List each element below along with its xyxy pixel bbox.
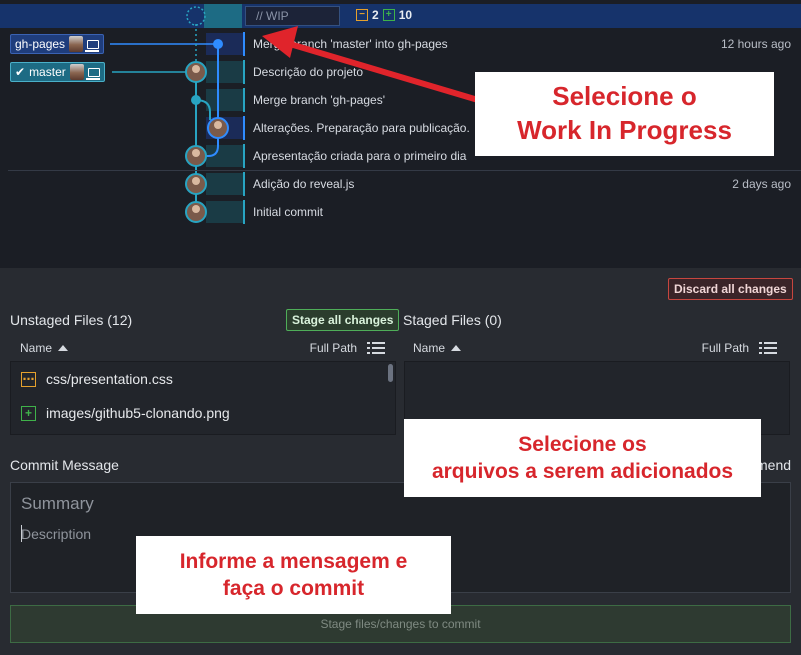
list-view-icon[interactable] (759, 342, 777, 354)
file-name: images/github5-clonando.png (46, 405, 230, 421)
commit-time: 2 days ago (732, 177, 791, 191)
commit-avatar[interactable] (185, 201, 207, 223)
commit-avatar[interactable] (185, 173, 207, 195)
list-view-icon[interactable] (367, 342, 385, 354)
stage-all-button[interactable]: Stage all changes (286, 309, 400, 331)
commit-row[interactable]: Adição do reveal.js 2 days ago (243, 172, 801, 196)
annotation-line: Work In Progress (517, 115, 732, 145)
full-path-toggle[interactable]: Full Path (702, 341, 777, 355)
annotation-commit: Informe a mensagem e faça o commit (136, 536, 451, 614)
annotation-files: Selecione os arquivos a serem adicionados (404, 419, 761, 497)
commit-row[interactable]: Merge branch 'master' into gh-pages 12 h… (243, 32, 801, 56)
column-full-path-label: Full Path (701, 341, 749, 355)
file-item[interactable]: + images/github5-clonando.png (11, 396, 395, 430)
annotation-line: Selecione os (518, 432, 647, 456)
annotation-line: Selecione o (552, 81, 697, 112)
commit-message: Descrição do projeto (253, 65, 364, 79)
commit-message: Merge branch 'master' into gh-pages (253, 37, 448, 51)
modified-file-icon: ⋯ (21, 371, 36, 387)
commit-message: Adição do reveal.js (253, 177, 355, 191)
commit-row[interactable]: Initial commit (243, 200, 801, 224)
sort-asc-icon (58, 345, 69, 351)
scrollbar[interactable] (388, 364, 393, 382)
commit-avatar[interactable] (185, 145, 207, 167)
commit-avatar[interactable] (207, 117, 229, 139)
annotation-wip: Selecione o Work In Progress (475, 72, 774, 156)
sort-by-name[interactable]: Name (413, 341, 462, 355)
added-file-icon: + (21, 405, 36, 421)
commit-message-label: Commit Message (10, 457, 119, 473)
discard-all-button[interactable]: Discard all changes (668, 278, 793, 300)
column-name-label: Name (20, 341, 53, 355)
commit-message: Apresentação criada para o primeiro dia (253, 149, 467, 163)
sort-by-name[interactable]: Name (20, 341, 69, 355)
unstaged-file-list[interactable]: ⋯ css/presentation.css + images/github5-… (10, 361, 396, 435)
commit-avatar[interactable] (185, 61, 207, 83)
full-path-toggle[interactable]: Full Path (310, 341, 385, 355)
staged-column-header: Name Full Path (413, 337, 777, 359)
annotation-line: Informe a mensagem e (179, 549, 408, 573)
commit-message: Merge branch 'gh-pages' (253, 93, 385, 107)
file-item[interactable]: ⋯ css/presentation.css (11, 362, 395, 396)
commit-time: 12 hours ago (720, 37, 791, 51)
commit-message: Initial commit (253, 205, 324, 219)
annotation-line: arquivos a serem adicionados (431, 460, 734, 483)
amend-label[interactable]: mend (756, 457, 791, 473)
sort-asc-icon (451, 345, 462, 351)
column-name-label: Name (413, 341, 446, 355)
unstaged-files-title: Unstaged Files (12) (10, 312, 133, 328)
description-input[interactable]: Description (21, 526, 91, 542)
commit-message: Alterações. Preparação para publicação. (253, 121, 470, 135)
annotation-line: faça o commit (222, 577, 365, 600)
staged-files-title: Staged Files (0) (403, 312, 502, 328)
summary-input[interactable]: Summary (21, 494, 94, 514)
date-separator (8, 170, 801, 171)
column-full-path-label: Full Path (309, 341, 357, 355)
unstaged-column-header: Name Full Path (20, 337, 385, 359)
file-name: css/presentation.css (46, 371, 173, 387)
